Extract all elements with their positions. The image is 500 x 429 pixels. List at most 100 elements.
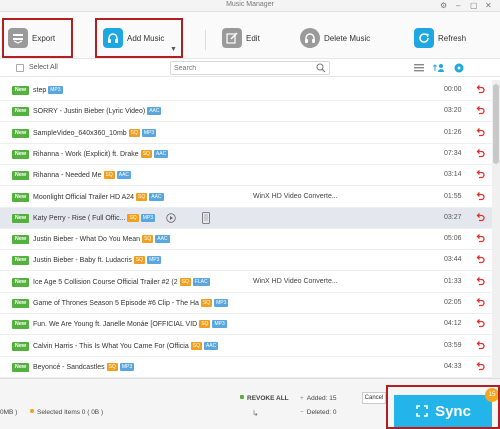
search-icon[interactable] [316,63,326,73]
song-row[interactable]: New SORRY - Justin Bieber (Lyric Video) AA… [0,101,492,123]
song-title: Fun. We Are Young ft. Janelle Monáe [OFF… [33,321,198,329]
format-tag: MP3 [140,213,155,222]
play-icon[interactable] [166,213,176,223]
song-duration: 03:14 [444,171,462,179]
song-row[interactable]: New Rihanna - Needed Me SQ AAC 03:14 [0,165,492,187]
song-duration: 05:06 [444,235,462,243]
total-size-text: 0MB ) [0,409,18,416]
song-row[interactable]: New Moonlight Official Trailer HD A24 SQ AA… [0,187,492,208]
delete-music-button[interactable]: Delete Music [300,24,370,52]
song-title: SampleVideo_640x360_10mb [33,129,127,137]
song-title: Justin Bieber - What Do You Mean [33,236,141,244]
device-icon[interactable] [202,211,210,224]
maximize-icon[interactable]: ▢ [470,0,478,12]
minimize-icon[interactable]: – [456,0,460,12]
settings-gear-icon[interactable]: ⚙ [440,0,447,12]
list-scrollbar[interactable] [492,80,500,378]
undo-icon[interactable] [475,169,485,179]
undo-icon[interactable] [475,297,485,307]
sq-quality-tag: SQ [190,341,202,350]
plus-icon: + [300,395,304,402]
new-badge: New [12,86,29,95]
undo-icon[interactable] [475,148,485,158]
song-album: WinX HD Video Converte... [253,277,338,285]
undo-icon[interactable] [475,84,485,94]
song-row[interactable]: New Game of Thrones Season 5 Episode #6 C… [0,293,492,314]
song-title-cell: Justin Bieber - Baby ft. Ludacris SQ MP3 [33,256,162,265]
song-list: New step MP3 00:00 New SORRY - Justin Bieber … [0,80,492,378]
format-tag: FLAC [192,277,210,286]
new-badge: New [12,192,29,202]
cancel-button[interactable]: Cancel [362,392,386,404]
song-title: Beyoncé - Sandcastles [33,363,105,371]
song-row[interactable]: New Fun. We Are Young ft. Janelle Monáe [… [0,314,492,336]
song-duration: 04:12 [444,320,462,328]
song-title: step [33,87,47,94]
edit-button[interactable]: Edit [222,24,260,52]
song-duration: 01:55 [444,192,462,200]
select-all-label: Select All [29,64,58,71]
list-view-icon[interactable] [412,61,426,75]
disc-view-icon[interactable] [452,61,466,75]
song-title: Moonlight Official Trailer HD A24 [33,193,135,201]
format-tag: MP3 [48,86,63,94]
scrollbar-thumb[interactable] [493,84,499,164]
song-row[interactable]: New Rihanna - Work (Explicit) ft. Drake SQ… [0,144,492,165]
new-badge: New [12,320,29,330]
refresh-label: Refresh [438,33,467,43]
song-title: Katy Perry - Rise ( Full Offic... [33,214,126,222]
undo-icon[interactable] [475,212,485,222]
export-highlight-box [2,18,73,58]
song-title-cell: Rihanna - Work (Explicit) ft. Drake SQ AAC [33,149,169,158]
window-title: Music Manager [226,1,274,8]
revoke-all-button[interactable]: REVOKE ALL [240,395,289,402]
song-row[interactable]: New Calvin Harris - This Is What You Came… [0,336,492,357]
undo-icon[interactable] [475,340,485,350]
close-icon[interactable]: ✕ [485,0,492,12]
search-box [170,61,330,75]
song-duration: 01:26 [444,128,462,136]
song-row[interactable]: New Beyoncé - Sandcastles SQ MP3 04:33 [0,357,492,378]
song-row[interactable]: New SampleVideo_640x360_10mb SQ MP3 01:26 [0,123,492,144]
undo-icon[interactable] [475,254,485,264]
song-row[interactable]: New Justin Bieber - What Do You Mean SQ AAC… [0,229,492,251]
sq-quality-tag: SQ [199,320,211,329]
undo-icon[interactable] [475,233,485,243]
search-input[interactable] [171,62,311,74]
deleted-label: Deleted: 0 [306,409,337,416]
revoke-all-label: REVOKE ALL [247,395,289,402]
sq-quality-tag: SQ [106,362,118,371]
format-tag: MP3 [214,299,229,307]
minus-icon: − [300,409,304,416]
sq-quality-tag: SQ [179,277,191,286]
new-badge: New [12,341,29,351]
song-duration: 03:44 [444,256,462,264]
revoke-icon [240,395,244,399]
song-duration: 00:00 [444,86,462,93]
format-tag: MP3 [119,362,135,371]
format-tag: MP3 [212,320,227,329]
selected-dot-icon [30,409,34,413]
refresh-button[interactable]: Refresh [414,24,466,52]
add-music-highlight-box [95,18,183,58]
song-row[interactable]: New Katy Perry - Rise ( Full Offic... SQ MP… [0,207,492,229]
undo-icon[interactable] [475,318,485,328]
new-badge: New [12,256,29,266]
song-row[interactable]: New Justin Bieber - Baby ft. Ludacris SQ MP… [0,250,492,272]
song-row[interactable]: New step MP3 00:00 [0,80,492,101]
song-row[interactable]: New Ice Age 5 Collision Course Official T… [0,272,492,293]
undo-icon[interactable] [475,361,485,371]
song-duration: 03:59 [444,341,462,349]
undo-icon[interactable] [475,127,485,137]
song-title: Rihanna - Work (Explicit) ft. Drake [33,150,139,158]
undo-icon[interactable] [475,276,485,286]
song-album: WinX HD Video Converte... [253,192,338,200]
sync-highlight-box [386,385,500,429]
song-duration: 02:05 [444,299,462,306]
song-duration: 07:34 [444,149,462,157]
sort-by-artist-icon[interactable] [432,61,446,75]
song-title-cell: Moonlight Official Trailer HD A24 SQ AAC [33,192,164,201]
select-all-checkbox[interactable] [16,64,24,72]
undo-icon[interactable] [475,105,485,115]
undo-icon[interactable] [475,191,485,201]
